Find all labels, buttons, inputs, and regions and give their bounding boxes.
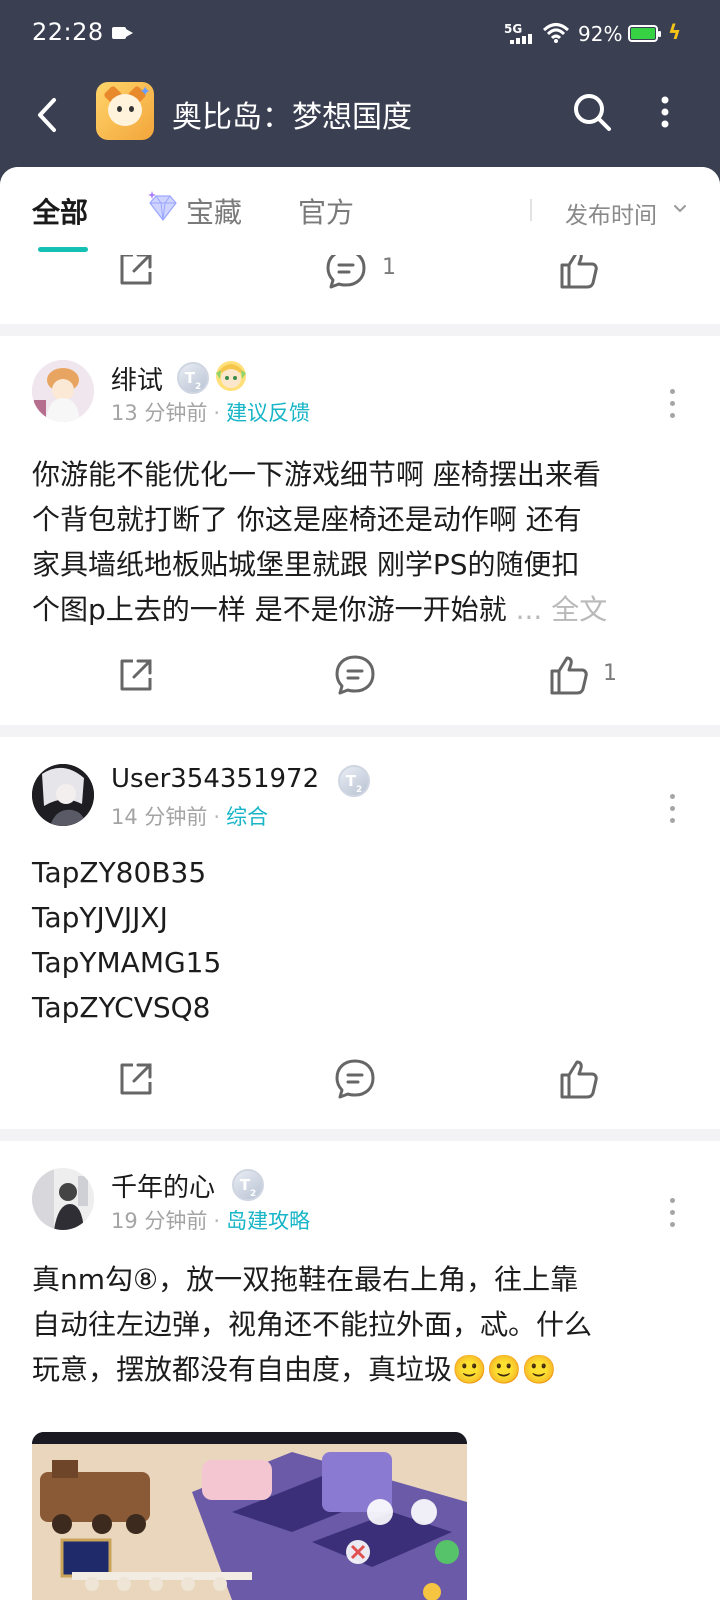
battery-icon xyxy=(628,25,661,42)
tab-official[interactable]: 官方 xyxy=(298,191,354,231)
top-bar: ✦ 奥比岛：梦想国度 xyxy=(0,70,720,170)
comment-icon[interactable] xyxy=(333,1057,377,1101)
status-time: 22:28 xyxy=(32,18,104,46)
sort-dropdown[interactable]: 发布时间 xyxy=(565,196,657,230)
tab-active-indicator xyxy=(38,247,88,252)
post-line: 家具墙纸地板贴城堡里就跟 刚学PS的随便扣 xyxy=(32,548,580,581)
post-meta: 19 分钟前 · 岛建攻略 xyxy=(111,1209,311,1233)
post-content[interactable]: 你游能不能优化一下游戏细节啊 座椅摆出来看 个背包就打断了 你这是座椅还是动作啊… xyxy=(32,452,607,632)
post-time: 19 分钟前 xyxy=(111,1209,208,1233)
tab-bar: 全部 宝藏 官方 发布时间 xyxy=(0,167,720,255)
app-logo[interactable]: ✦ xyxy=(96,82,154,140)
post-topic[interactable]: 岛建攻略 xyxy=(226,1209,310,1233)
post-line: TapZY80B35 xyxy=(32,856,207,889)
post-action-bar: 1 xyxy=(0,245,720,315)
more-vertical-icon[interactable] xyxy=(650,92,680,132)
post-meta: 13 分钟前 · 建议反馈 xyxy=(111,401,311,425)
post-action-bar xyxy=(0,1047,720,1117)
character-avatar-icon xyxy=(214,359,248,393)
tab-divider xyxy=(530,199,532,221)
status-bar: 22:28 5G 92% ϟ xyxy=(0,0,720,70)
avatar[interactable] xyxy=(32,1168,94,1230)
level-badge: T2 xyxy=(232,1169,264,1201)
post-username[interactable]: 千年的心 xyxy=(111,1167,215,1204)
back-chevron-icon[interactable] xyxy=(30,92,66,138)
post-image[interactable] xyxy=(32,1432,467,1600)
level-badge: T2 xyxy=(177,362,209,394)
post-action-bar: 1 xyxy=(0,645,720,715)
page-title: 奥比岛：梦想国度 xyxy=(172,100,412,135)
post-line: 你游能不能优化一下游戏细节啊 座椅摆出来看 xyxy=(32,458,601,491)
post-content[interactable]: 真nm勾⑧，放一双拖鞋在最右上角，往上靠 自动往左边弹，视角还不能拉外面，忒。什… xyxy=(32,1257,592,1392)
like-icon[interactable] xyxy=(556,1057,600,1101)
charging-icon: ϟ xyxy=(668,20,682,44)
avatar[interactable] xyxy=(32,360,94,422)
tab-treasure[interactable]: 宝藏 xyxy=(186,191,242,231)
post-line: TapZYCVSQ8 xyxy=(32,991,211,1024)
feed-separator xyxy=(0,324,720,336)
like-count: 1 xyxy=(603,661,617,686)
chevron-down-icon[interactable] xyxy=(672,202,688,216)
post-content[interactable]: TapZY80B35 TapYJVJJXJ TapYMAMG15 TapZYCV… xyxy=(32,850,221,1030)
post-more-icon[interactable] xyxy=(665,389,679,423)
post-line: 真nm勾⑧，放一双拖鞋在最右上角，往上靠 xyxy=(32,1263,579,1296)
battery-percent: 92% xyxy=(578,22,623,46)
post-topic[interactable]: 综合 xyxy=(226,805,268,829)
post-more-icon[interactable] xyxy=(665,794,679,828)
post-time: 13 分钟前 xyxy=(111,401,208,425)
signal-bars-icon xyxy=(510,34,534,44)
share-icon[interactable] xyxy=(114,1057,158,1101)
post-line: 玩意，摆放都没有自由度，真垃圾🙂🙂🙂 xyxy=(32,1353,557,1386)
post-line: 自动往左边弹，视角还不能拉外面，忒。什么 xyxy=(32,1308,593,1341)
comment-icon[interactable] xyxy=(333,653,377,697)
post-line: 个图p上去的一样 是不是你游一开始就 xyxy=(32,593,507,626)
read-more-link[interactable]: 全文 xyxy=(551,593,607,626)
post-line: TapYJVJJXJ xyxy=(32,901,168,934)
comment-count: 1 xyxy=(382,255,396,280)
diamond-icon xyxy=(148,191,177,221)
post-meta: 14 分钟前 · 综合 xyxy=(111,805,269,829)
post-line: TapYMAMG15 xyxy=(32,946,222,979)
level-badge: T2 xyxy=(338,765,370,797)
avatar[interactable] xyxy=(32,764,94,826)
wifi-icon xyxy=(543,23,569,43)
feed-separator xyxy=(0,725,720,737)
like-icon[interactable] xyxy=(546,653,590,697)
post-ellipsis: ... xyxy=(515,593,543,626)
feed-panel: 全部 宝藏 官方 发布时间 1 绯试 T2 13 分钟前 · 建议反馈 你游能不… xyxy=(0,167,720,1600)
post-topic[interactable]: 建议反馈 xyxy=(226,401,310,425)
post-line: 个背包就打断了 你这是座椅还是动作啊 还有 xyxy=(32,503,582,536)
share-icon[interactable] xyxy=(114,653,158,697)
search-icon[interactable] xyxy=(570,90,614,134)
post-more-icon[interactable] xyxy=(665,1198,679,1232)
post-username[interactable]: User354351972 xyxy=(111,764,319,794)
video-record-icon xyxy=(112,27,133,39)
post-time: 14 分钟前 xyxy=(111,805,208,829)
tab-all[interactable]: 全部 xyxy=(32,191,88,231)
post-username[interactable]: 绯试 xyxy=(111,360,163,397)
feed-separator xyxy=(0,1129,720,1141)
